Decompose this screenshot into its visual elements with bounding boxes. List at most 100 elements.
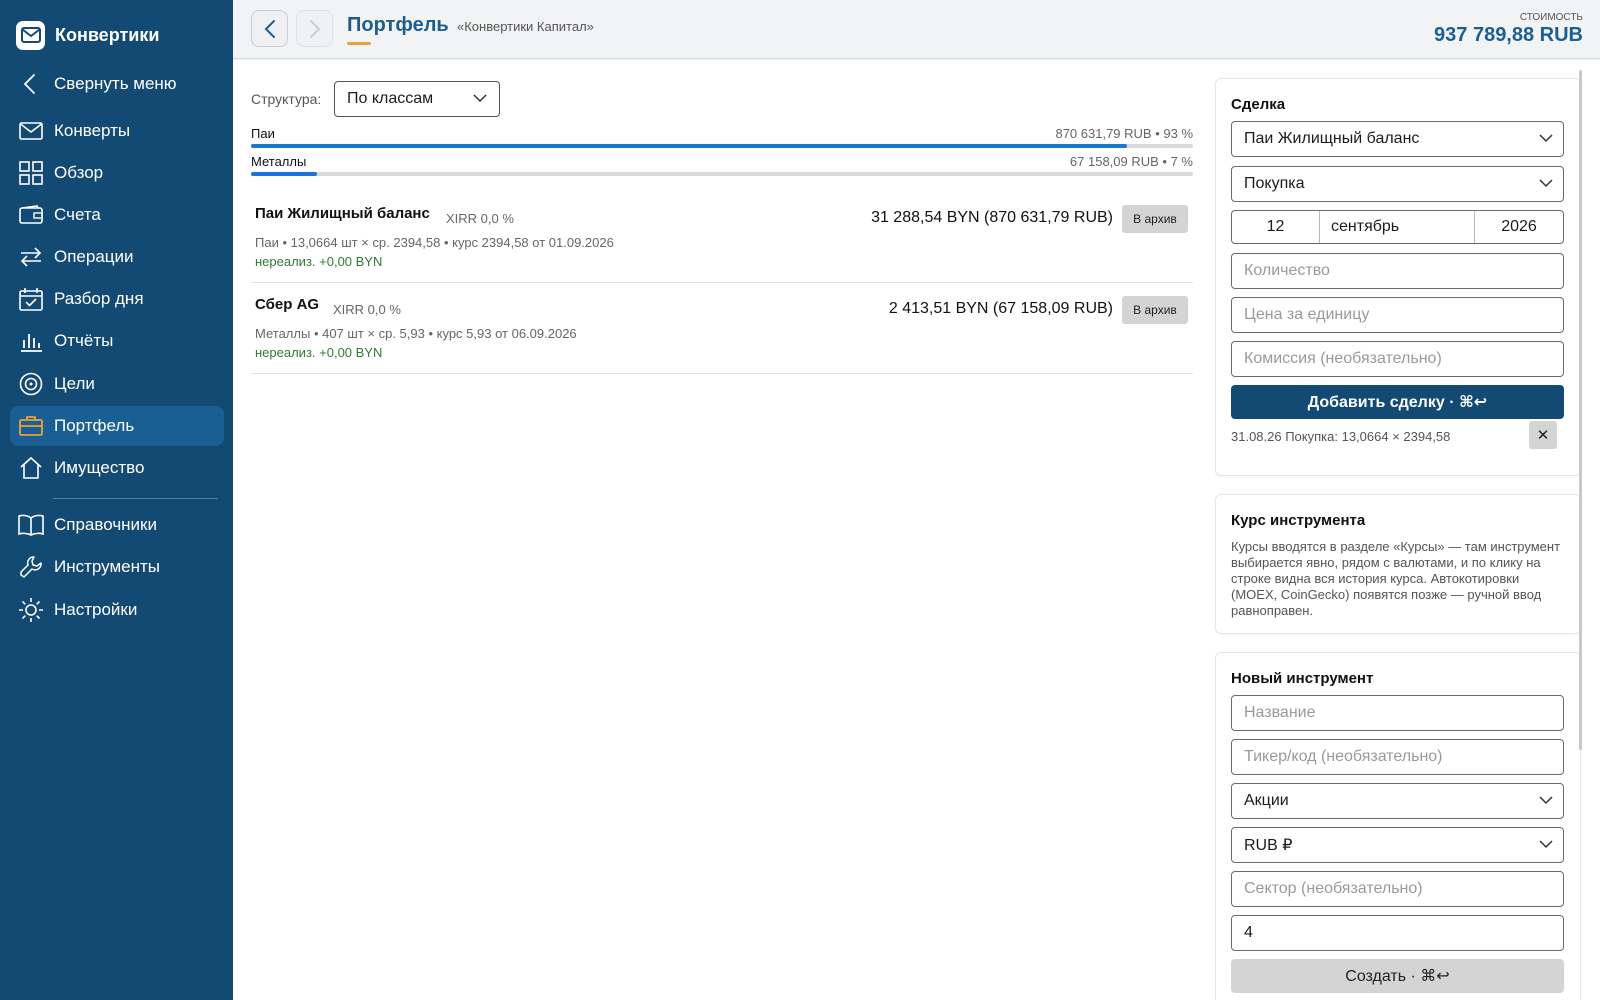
sidebar-item-accounts[interactable]: Счета (10, 195, 224, 235)
sidebar-item-overview[interactable]: Обзор (10, 153, 224, 193)
date-month-field[interactable]: сентябрь (1320, 211, 1475, 243)
chevron-down-icon (1539, 134, 1553, 143)
position-unrealized-gain: нереализ. +0,00 BYN (255, 345, 383, 360)
unit-price-input[interactable]: Цена за единицу (1231, 297, 1564, 333)
archive-button[interactable]: В архив (1122, 205, 1188, 233)
sector-input[interactable]: Сектор (необязательно) (1231, 871, 1564, 907)
course-card-title: Курс инструмента (1231, 512, 1366, 529)
sidebar-item-label: Инструменты (54, 557, 161, 576)
instrument-name-input[interactable]: Название (1231, 695, 1564, 731)
sun-gear-icon (18, 597, 44, 623)
sidebar-item-reports[interactable]: Отчёты (10, 321, 224, 361)
total-cost-label: СТОИМОСТЬ (1519, 12, 1583, 23)
add-deal-button[interactable]: Добавить сделку · ⌘↩ (1231, 385, 1564, 419)
structure-select-value: По классам (347, 90, 434, 107)
remove-deal-button[interactable]: ✕ (1529, 421, 1557, 449)
back-button[interactable] (251, 10, 288, 47)
position-name: Паи Жилищный баланс (255, 205, 430, 222)
title-underline (347, 42, 371, 45)
brand-name: Конвертики (55, 24, 160, 45)
sidebar-item-operations[interactable]: Операции (10, 237, 224, 277)
deal-history-item: 31.08.26 Покупка: 13,0664 × 2394,58 (1231, 429, 1451, 444)
position-detail: Металлы • 407 шт × ср. 5,93 • курс 5,93 … (255, 326, 577, 341)
position-amount: 2 413,51 BYN (67 158,09 RUB) (888, 300, 1113, 317)
sidebar-item-collapse[interactable]: Свернуть меню (10, 64, 224, 104)
deal-instrument-select[interactable]: Паи Жилищный баланс (1231, 121, 1564, 157)
envelope-icon (18, 118, 44, 144)
sidebar-item-label: Разбор дня (54, 289, 144, 308)
forward-button[interactable] (296, 10, 333, 47)
sidebar-item-envelopes[interactable]: Конверты (10, 111, 224, 151)
top-bar: Портфель «Конвертики Капитал» СТОИМОСТЬ … (233, 0, 1600, 59)
position-unrealized-gain: нереализ. +0,00 BYN (255, 254, 383, 269)
sidebar-item-label: Конверты (54, 121, 131, 140)
position-name: Сбер AG (255, 296, 320, 313)
briefcase-icon (18, 413, 44, 439)
allocation-name: Металлы (251, 154, 307, 169)
chevron-down-icon (1539, 179, 1553, 188)
chevron-down-icon (1539, 796, 1553, 805)
allocation-bar-fill (251, 144, 1128, 148)
calendar-check-icon (18, 286, 44, 312)
sidebar-item-label: Счета (54, 205, 101, 224)
chevron-left-icon (264, 19, 275, 38)
bar-chart-icon (18, 328, 44, 354)
sidebar-item-day-review[interactable]: Разбор дня (10, 279, 224, 319)
position-amount: 31 288,54 BYN (870 631,79 RUB) (871, 209, 1113, 226)
page-subtitle: «Конвертики Капитал» (457, 19, 594, 34)
chevron-down-icon (1539, 840, 1553, 849)
sidebar-item-references[interactable]: Справочники (10, 505, 224, 545)
portfolio-content: Структура: По классам Паи 870 631,79 RUB… (233, 60, 1203, 1000)
sidebar-divider (53, 498, 218, 499)
grid-icon (18, 160, 44, 186)
brand[interactable]: Конвертики (16, 20, 159, 50)
new-instrument-card: Новый инструмент Название Тикер/код (нео… (1215, 652, 1581, 1000)
new-instrument-title: Новый инструмент (1231, 670, 1374, 687)
sidebar-item-label: Портфель (54, 416, 135, 435)
position-detail: Паи • 13,0664 шт × ср. 2394,58 • курс 23… (255, 235, 614, 250)
allocation-value: 67 158,09 RUB • 7 % (1069, 154, 1193, 169)
wallet-icon (18, 202, 44, 228)
right-panel-scrollbar[interactable] (1579, 70, 1582, 750)
sidebar-item-tools[interactable]: Инструменты (10, 547, 224, 587)
quantity-input[interactable]: Количество (1231, 253, 1564, 289)
sidebar-item-portfolio[interactable]: Портфель (10, 406, 224, 446)
ticker-input[interactable]: Тикер/код (необязательно) (1231, 739, 1564, 775)
allocation-bar (251, 172, 1193, 176)
create-instrument-button[interactable]: Создать · ⌘↩ (1231, 959, 1564, 993)
house-icon (18, 455, 44, 481)
position-xirr: XIRR 0,0 % (446, 211, 514, 226)
deal-type-select[interactable]: Покупка (1231, 166, 1564, 202)
wrench-icon (18, 554, 44, 580)
archive-button[interactable]: В архив (1122, 296, 1188, 324)
chevron-down-icon (473, 94, 487, 103)
target-icon (18, 371, 44, 397)
deal-card: Сделка Паи Жилищный баланс Покупка 12 се… (1215, 78, 1581, 476)
position-row[interactable]: Паи Жилищный баланс XIRR 0,0 % 31 288,54… (251, 193, 1193, 283)
structure-label: Структура: (251, 91, 322, 107)
chevron-left-icon (18, 71, 44, 97)
chevron-right-icon (309, 19, 320, 38)
structure-select[interactable]: По классам (334, 81, 500, 117)
instrument-class-value: Акции (1244, 792, 1289, 809)
book-icon (18, 512, 44, 538)
sidebar-item-goals[interactable]: Цели (10, 364, 224, 404)
sidebar-item-settings[interactable]: Настройки (10, 590, 224, 630)
sidebar-item-label: Отчёты (54, 331, 114, 350)
currency-value: RUB ₽ (1244, 837, 1293, 854)
currency-select[interactable]: RUB ₽ (1231, 827, 1564, 863)
deal-date-picker[interactable]: 12 сентябрь 2026 (1231, 210, 1564, 244)
instrument-class-select[interactable]: Акции (1231, 783, 1564, 819)
position-row[interactable]: Сбер AG XIRR 0,0 % 2 413,51 BYN (67 158,… (251, 284, 1193, 374)
sidebar-item-label: Имущество (54, 458, 145, 477)
course-description: Курсы вводятся в разделе «Курсы» — там и… (1231, 539, 1561, 618)
date-day-field[interactable]: 12 (1232, 211, 1320, 243)
sidebar-item-label: Справочники (54, 515, 157, 534)
fee-input[interactable]: Комиссия (необязательно) (1231, 341, 1564, 377)
date-year-field[interactable]: 2026 (1475, 211, 1563, 243)
decimals-input[interactable]: 4 (1231, 915, 1564, 951)
sidebar-item-property[interactable]: Имущество (10, 448, 224, 488)
sidebar: Конвертики Свернуть меню Конверты Обзор … (0, 0, 233, 1000)
allocation-bar (251, 144, 1193, 148)
sidebar-item-label: Цели (54, 374, 95, 393)
